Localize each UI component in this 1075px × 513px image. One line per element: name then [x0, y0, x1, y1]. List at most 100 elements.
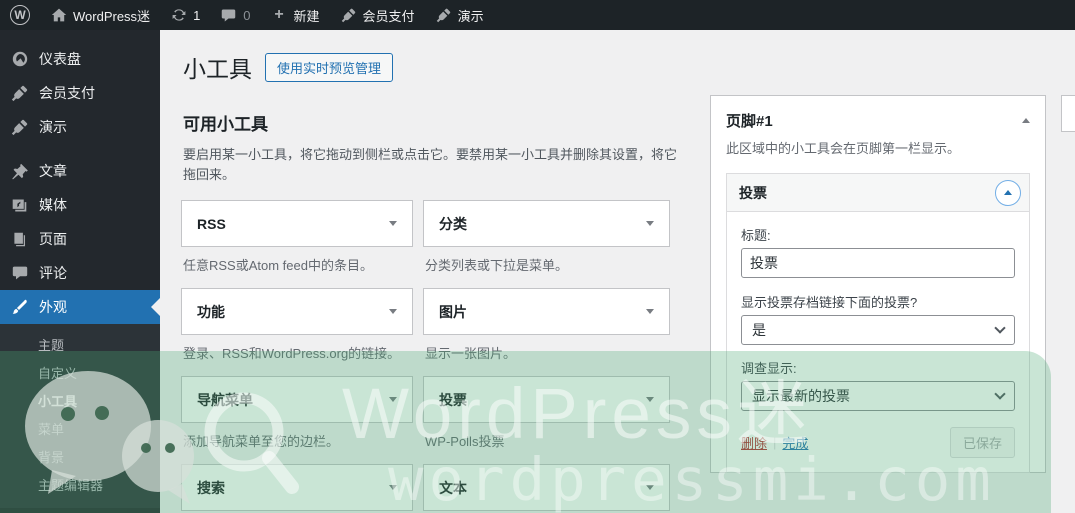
chevron-up-icon — [1004, 190, 1012, 195]
member-pay-menu[interactable]: 会员支付 — [330, 0, 425, 30]
widget-card-rss[interactable]: RSS — [181, 200, 413, 247]
sidebar-item-appearance[interactable]: 外观 — [0, 290, 160, 324]
widget-card-title: 搜索 — [197, 478, 225, 498]
demo-label: 演示 — [458, 6, 484, 25]
available-widgets-description: 要启用某一小工具，将它拖动到侧栏或点击它。要禁用某一小工具并删除其设置，将它拖回… — [183, 145, 683, 185]
chevron-down-icon[interactable] — [389, 221, 397, 226]
updates-menu[interactable]: 1 — [160, 0, 210, 30]
sidebar-item-dashboard[interactable]: 仪表盘 — [0, 42, 160, 76]
chevron-down-icon[interactable] — [389, 485, 397, 490]
sidebar-item-label: 仪表盘 — [39, 49, 81, 69]
widget-card-title: 文本 — [439, 478, 467, 498]
demo-menu[interactable]: 演示 — [425, 0, 494, 30]
widget-card-description: 分类列表或下拉是菜单。 — [425, 255, 670, 274]
poll-widget-title: 投票 — [739, 183, 767, 203]
widget-card-description: 显示一张图片。 — [425, 343, 670, 362]
sidebar-item-comments[interactable]: 评论 — [0, 256, 160, 290]
chevron-down-icon[interactable] — [646, 309, 654, 314]
live-preview-manage-button[interactable]: 使用实时预览管理 — [265, 53, 393, 82]
widget-card-text[interactable]: 文本 — [423, 464, 670, 511]
new-label: 新建 — [294, 6, 320, 25]
widget-cell-poll: 投票 WP-Polls投票 — [423, 376, 670, 464]
chevron-down-icon[interactable] — [646, 221, 654, 226]
collapse-toggle-button[interactable] — [995, 180, 1021, 206]
collapse-arrow-icon[interactable] — [1022, 118, 1030, 123]
archive-select[interactable]: 是 — [741, 315, 1015, 345]
sidebar-item-label: 外观 — [39, 297, 67, 317]
widget-card-title: RSS — [197, 216, 226, 232]
chevron-down-icon[interactable] — [646, 397, 654, 402]
chevron-down-icon[interactable] — [389, 397, 397, 402]
delete-link[interactable]: 删除 — [741, 433, 767, 452]
sidebar-separator — [0, 144, 160, 154]
updates-icon — [170, 7, 187, 24]
admin-bar: W WordPress迷 1 0 + 新建 — [0, 0, 1075, 30]
widget-card-poll[interactable]: 投票 — [423, 376, 670, 423]
comment-bubble-icon — [220, 7, 237, 24]
submenu-item-theme-editor[interactable]: 主题编辑器 — [0, 472, 160, 500]
update-count-badge: 1 — [193, 8, 200, 23]
widget-cell-text: 文本 任意文字。 — [423, 464, 670, 513]
sidebar-item-label: 演示 — [39, 117, 67, 137]
submenu-item-customize[interactable]: 自定义 — [0, 360, 160, 388]
plus-icon: + — [271, 7, 288, 24]
appearance-submenu: 主题 自定义 小工具 菜单 背景 主题编辑器 — [0, 324, 160, 508]
widget-cell-nav-menu: 导航菜单 添加导航菜单至您的边栏。 — [181, 376, 413, 464]
widget-card-title: 投票 — [439, 390, 467, 410]
comment-count-badge: 0 — [243, 8, 250, 23]
submenu-item-widgets[interactable]: 小工具 — [0, 388, 160, 416]
widget-card-description: 添加导航菜单至您的边栏。 — [183, 431, 413, 450]
wordpress-admin-widgets-page: W WordPress迷 1 0 + 新建 — [0, 0, 1075, 513]
page-title: 小工具 — [183, 50, 252, 84]
title-field-label: 标题: — [741, 225, 1015, 244]
member-pay-label: 会员支付 — [363, 6, 415, 25]
widget-card-categories[interactable]: 分类 — [423, 200, 670, 247]
new-content-menu[interactable]: + 新建 — [261, 0, 330, 30]
widget-cell-meta: 功能 登录、RSS和WordPress.org的链接。 — [181, 288, 413, 376]
available-widgets-grid: RSS 任意RSS或Atom feed中的条目。 分类 分类列表或下拉是菜单。 … — [181, 200, 673, 513]
dashboard-icon — [10, 50, 29, 69]
widget-card-meta[interactable]: 功能 — [181, 288, 413, 335]
paintbrush-icon — [10, 298, 29, 317]
submenu-item-themes[interactable]: 主题 — [0, 332, 160, 360]
site-name-label: WordPress迷 — [73, 6, 150, 25]
poll-title-input[interactable] — [741, 248, 1015, 278]
next-widget-area-panel-edge — [1061, 95, 1075, 132]
sidebar-item-label: 页面 — [39, 229, 67, 249]
footer1-widget-area-panel: 页脚#1 此区域中的小工具会在页脚第一栏显示。 投票 标题: 显示投票存档链接下… — [710, 95, 1046, 473]
archive-select-value: 是 — [752, 320, 766, 340]
sidebar-item-media[interactable]: 媒体 — [0, 188, 160, 222]
submenu-item-menus[interactable]: 菜单 — [0, 416, 160, 444]
widget-card-nav-menu[interactable]: 导航菜单 — [181, 376, 413, 423]
poll-widget-header[interactable]: 投票 — [727, 174, 1029, 212]
poll-widget-box: 投票 标题: 显示投票存档链接下面的投票? 是 调查显示: — [726, 173, 1030, 473]
widget-cell-categories: 分类 分类列表或下拉是菜单。 — [423, 200, 670, 288]
submenu-item-background[interactable]: 背景 — [0, 444, 160, 472]
chevron-down-icon — [994, 388, 1005, 399]
home-icon — [50, 7, 67, 24]
sidebar-item-member-pay[interactable]: 会员支付 — [0, 76, 160, 110]
done-link[interactable]: 完成 — [782, 433, 808, 452]
widget-card-title: 分类 — [439, 214, 467, 234]
poll-display-select[interactable]: 显示最新的投票 — [741, 381, 1015, 411]
poll-widget-form: 标题: 显示投票存档链接下面的投票? 是 调查显示: 显示最新的投票 — [727, 212, 1029, 472]
chevron-down-icon[interactable] — [389, 309, 397, 314]
sidebar-item-demo[interactable]: 演示 — [0, 110, 160, 144]
comments-menu[interactable]: 0 — [210, 0, 260, 30]
wp-logo-menu[interactable]: W — [0, 0, 40, 30]
pushpin-icon — [10, 162, 29, 181]
sidebar-item-posts[interactable]: 文章 — [0, 154, 160, 188]
media-icon — [10, 196, 29, 215]
widget-card-title: 导航菜单 — [197, 390, 253, 410]
archive-field-label: 显示投票存档链接下面的投票? — [741, 292, 1015, 311]
widget-cell-rss: RSS 任意RSS或Atom feed中的条目。 — [181, 200, 413, 288]
chevron-down-icon[interactable] — [646, 485, 654, 490]
plugin-icon — [10, 84, 29, 103]
site-name-menu[interactable]: WordPress迷 — [40, 0, 160, 30]
sidebar-item-label: 会员支付 — [39, 83, 95, 103]
widget-card-image[interactable]: 图片 — [423, 288, 670, 335]
poll-display-select-value: 显示最新的投票 — [752, 386, 850, 406]
footer1-panel-header[interactable]: 页脚#1 — [726, 110, 1030, 131]
sidebar-item-pages[interactable]: 页面 — [0, 222, 160, 256]
widget-card-search[interactable]: 搜索 — [181, 464, 413, 511]
